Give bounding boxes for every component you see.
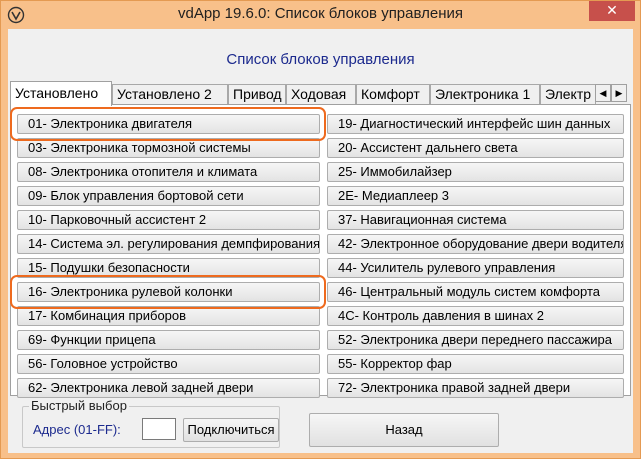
module-button-16[interactable]: 16- Электроника рулевой колонки <box>17 282 320 302</box>
module-button-69[interactable]: 69- Функции прицепа <box>17 330 320 350</box>
module-button-72[interactable]: 72- Электроника правой задней двери <box>327 378 624 398</box>
tab-installed-2[interactable]: Установлено 2 <box>112 84 228 105</box>
arrow-right-icon: ▶ <box>615 88 623 98</box>
module-button-01[interactable]: 01- Электроника двигателя <box>17 114 320 134</box>
client-area: Список блоков управления Установлено Уст… <box>8 29 633 453</box>
module-button-19[interactable]: 19- Диагностический интерфейс шин данных <box>327 114 624 134</box>
module-button-15[interactable]: 15- Подушки безопасности <box>17 258 320 278</box>
page-title: Список блоков управления <box>226 51 415 68</box>
arrow-left-icon: ◀ <box>599 88 607 98</box>
module-button-08[interactable]: 08- Электроника отопителя и климата <box>17 162 320 182</box>
module-button-4c[interactable]: 4C- Контроль давления в шинах 2 <box>327 306 624 326</box>
module-button-52[interactable]: 52- Электроника двери переднего пассажир… <box>327 330 624 350</box>
module-button-55[interactable]: 55- Корректор фар <box>327 354 624 374</box>
tab-strip: Установлено Установлено 2 Привод Ходовая… <box>10 81 631 106</box>
address-label: Адрес (01-FF): <box>33 422 121 437</box>
quick-select-group: Быстрый выбор Адрес (01-FF): Подключитьс… <box>22 398 280 448</box>
tab-electronics-truncated[interactable]: Электр <box>540 84 596 105</box>
module-button-17[interactable]: 17- Комбинация приборов <box>17 306 320 326</box>
module-button-03[interactable]: 03- Электроника тормозной системы <box>17 138 320 158</box>
module-button-44[interactable]: 44- Усилитель рулевого управления <box>327 258 624 278</box>
modules-panel: 01- Электроника двигателя 03- Электроник… <box>10 104 631 398</box>
title-bar[interactable]: vdApp 19.6.0: Список блоков управления ✕ <box>1 1 640 29</box>
module-button-56[interactable]: 56- Головное устройство <box>17 354 320 374</box>
tab-chassis[interactable]: Ходовая <box>286 84 356 105</box>
tab-drive[interactable]: Привод <box>228 84 286 105</box>
module-button-62[interactable]: 62- Электроника левой задней двери <box>17 378 320 398</box>
module-button-37[interactable]: 37- Навигационная система <box>327 210 624 230</box>
window-title: vdApp 19.6.0: Список блоков управления <box>177 5 463 22</box>
module-button-42[interactable]: 42- Электронное оборудование двери водит… <box>327 234 624 254</box>
close-button[interactable]: ✕ <box>589 1 635 21</box>
module-button-46[interactable]: 46- Центральный модуль систем комфорта <box>327 282 624 302</box>
tab-installed[interactable]: Установлено <box>10 81 112 106</box>
address-input[interactable] <box>142 418 176 440</box>
module-button-09[interactable]: 09- Блок управления бортовой сети <box>17 186 320 206</box>
tab-comfort[interactable]: Комфорт <box>356 84 430 105</box>
module-button-10[interactable]: 10- Парковочный ассистент 2 <box>17 210 320 230</box>
app-window: vdApp 19.6.0: Список блоков управления ✕… <box>0 0 641 459</box>
module-button-14[interactable]: 14- Система эл. регулирования демпфирова… <box>17 234 320 254</box>
connect-button[interactable]: Подключиться <box>183 418 279 442</box>
back-button[interactable]: Назад <box>309 413 499 447</box>
quick-select-title: Быстрый выбор <box>29 398 129 413</box>
close-icon: ✕ <box>606 2 618 18</box>
tab-scroll-right-button[interactable]: ▶ <box>611 84 627 102</box>
module-button-20[interactable]: 20- Ассистент дальнего света <box>327 138 624 158</box>
tab-scroll-left-button[interactable]: ◀ <box>595 84 611 102</box>
module-button-2e[interactable]: 2E- Медиаплеер 3 <box>327 186 624 206</box>
tab-electronics-1[interactable]: Электроника 1 <box>430 84 540 105</box>
module-button-25[interactable]: 25- Иммобилайзер <box>327 162 624 182</box>
